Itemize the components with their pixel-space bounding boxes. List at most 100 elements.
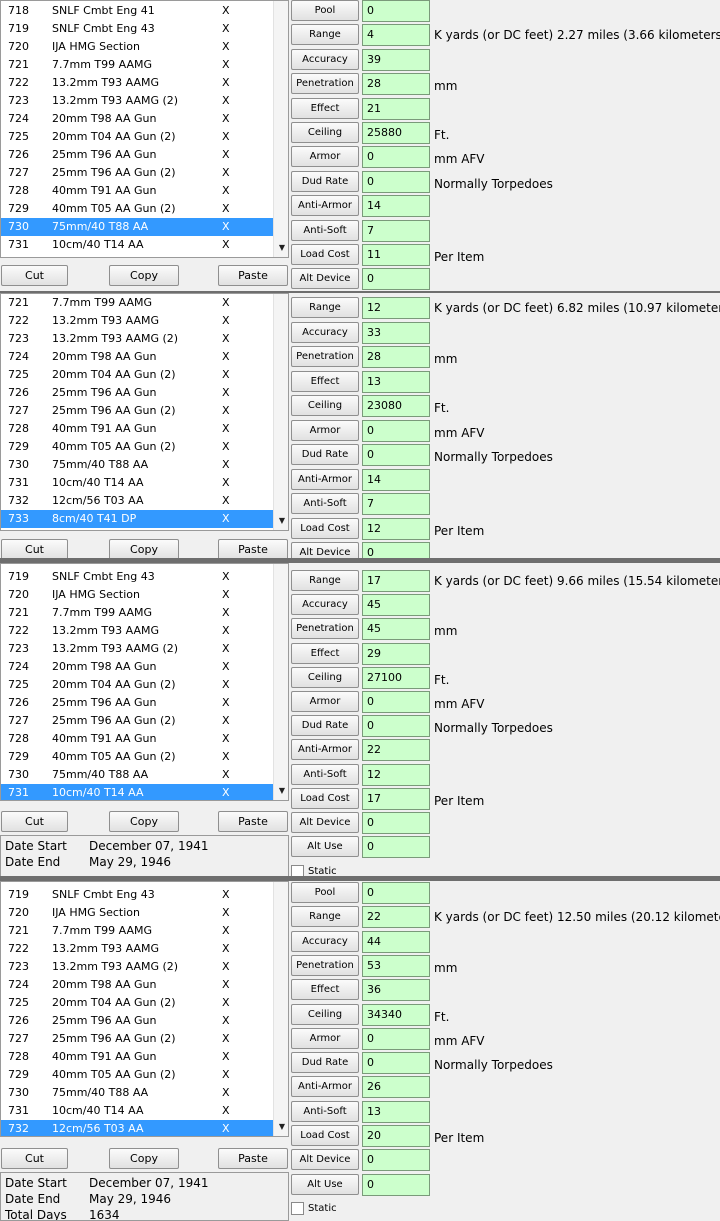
list-item[interactable]: 718 SNLF Cmbt Eng 41 X — [1, 2, 273, 20]
list-item[interactable]: 725 20mm T04 AA Gun (2) X — [1, 128, 273, 146]
alt-device-value[interactable]: 0 — [362, 812, 430, 834]
anti-soft-value[interactable]: 7 — [362, 493, 430, 515]
scroll-down-icon[interactable]: ▼ — [274, 1120, 288, 1134]
static-checkbox[interactable] — [291, 865, 304, 876]
ceiling-label[interactable]: Ceiling — [291, 1004, 359, 1025]
list-item[interactable]: 730 75mm/40 T88 AA X — [1, 1084, 273, 1102]
anti-armor-value[interactable]: 22 — [362, 739, 430, 761]
list-item[interactable]: 731 10cm/40 T14 AA X — [1, 474, 273, 492]
list-item[interactable]: 726 25mm T96 AA Gun X — [1, 146, 273, 164]
armor-value[interactable]: 0 — [362, 146, 430, 168]
list-item[interactable]: 719 SNLF Cmbt Eng 43 X — [1, 568, 273, 586]
list-item[interactable]: 728 40mm T91 AA Gun X — [1, 182, 273, 200]
list-item[interactable]: 727 25mm T96 AA Gun (2) X — [1, 164, 273, 182]
anti-armor-label[interactable]: Anti-Armor — [291, 469, 359, 490]
list-item[interactable]: 720 IJA HMG Section X — [1, 38, 273, 56]
armor-label[interactable]: Armor — [291, 1028, 359, 1049]
load-cost-label[interactable]: Load Cost — [291, 788, 359, 809]
pool-label[interactable]: Pool — [291, 882, 359, 903]
accuracy-value[interactable]: 33 — [362, 322, 430, 344]
list-item[interactable]: 719 SNLF Cmbt Eng 43 X — [1, 886, 273, 904]
ceiling-label[interactable]: Ceiling — [291, 667, 359, 688]
effect-label[interactable]: Effect — [291, 643, 359, 664]
list-item[interactable]: 725 20mm T04 AA Gun (2) X — [1, 366, 273, 384]
list-item[interactable]: 726 25mm T96 AA Gun X — [1, 384, 273, 402]
range-value[interactable]: 12 — [362, 297, 430, 319]
ceiling-value[interactable]: 27100 — [362, 667, 430, 689]
list-item[interactable]: 725 20mm T04 AA Gun (2) X — [1, 676, 273, 694]
alt-device-label[interactable]: Alt Device — [291, 542, 359, 558]
list-item[interactable]: 728 40mm T91 AA Gun X — [1, 730, 273, 748]
effect-label[interactable]: Effect — [291, 371, 359, 392]
accuracy-value[interactable]: 45 — [362, 594, 430, 616]
effect-value[interactable]: 21 — [362, 98, 430, 120]
dud-rate-label[interactable]: Dud Rate — [291, 444, 359, 465]
penetration-value[interactable]: 53 — [362, 955, 430, 977]
list-item[interactable]: 720 IJA HMG Section X — [1, 904, 273, 922]
scroll-down-icon[interactable]: ▼ — [274, 784, 288, 798]
list-item[interactable]: 730 75mm/40 T88 AA X — [1, 766, 273, 784]
copy-button[interactable]: Copy — [109, 811, 179, 832]
armor-value[interactable]: 0 — [362, 691, 430, 713]
dud-rate-value[interactable]: 0 — [362, 715, 430, 737]
ceiling-value[interactable]: 23080 — [362, 395, 430, 417]
list-item[interactable]: 728 40mm T91 AA Gun X — [1, 420, 273, 438]
list-item[interactable]: 719 SNLF Cmbt Eng 43 X — [1, 20, 273, 38]
list-item[interactable]: 727 25mm T96 AA Gun (2) X — [1, 402, 273, 420]
accuracy-value[interactable]: 44 — [362, 931, 430, 953]
range-value[interactable]: 17 — [362, 570, 430, 592]
list-scrollbar[interactable]: ▼ — [273, 882, 288, 1136]
ceiling-value[interactable]: 25880 — [362, 122, 430, 144]
alt-device-value[interactable]: 0 — [362, 542, 430, 558]
list-item[interactable]: 724 20mm T98 AA Gun X — [1, 976, 273, 994]
pool-value[interactable]: 0 — [362, 882, 430, 904]
range-value[interactable]: 4 — [362, 24, 430, 46]
dud-rate-label[interactable]: Dud Rate — [291, 1052, 359, 1073]
list-item[interactable]: 724 20mm T98 AA Gun X — [1, 110, 273, 128]
list-item[interactable]: 723 13.2mm T93 AAMG (2) X — [1, 330, 273, 348]
alt-use-label[interactable]: Alt Use — [291, 1174, 359, 1195]
copy-button[interactable]: Copy — [109, 1148, 179, 1169]
effect-value[interactable]: 13 — [362, 371, 430, 393]
cut-button[interactable]: Cut — [1, 539, 68, 558]
accuracy-label[interactable]: Accuracy — [291, 931, 359, 952]
dud-rate-value[interactable]: 0 — [362, 1052, 430, 1074]
effect-label[interactable]: Effect — [291, 979, 359, 1000]
list-item[interactable]: 731 10cm/40 T14 AA X — [1, 784, 273, 800]
armor-label[interactable]: Armor — [291, 146, 359, 167]
alt-device-label[interactable]: Alt Device — [291, 812, 359, 833]
anti-armor-label[interactable]: Anti-Armor — [291, 195, 359, 216]
device-list[interactable]: 721 7.7mm T99 AAMG X 722 13.2mm T93 AAMG X 723… — [0, 293, 289, 531]
alt-device-label[interactable]: Alt Device — [291, 1149, 359, 1170]
anti-soft-value[interactable]: 12 — [362, 764, 430, 786]
paste-button[interactable]: Paste — [218, 539, 288, 558]
pool-label[interactable]: Pool — [291, 0, 359, 21]
paste-button[interactable]: Paste — [218, 1148, 288, 1169]
cut-button[interactable]: Cut — [1, 811, 68, 832]
copy-button[interactable]: Copy — [109, 265, 179, 286]
effect-label[interactable]: Effect — [291, 98, 359, 119]
list-item[interactable]: 729 40mm T05 AA Gun (2) X — [1, 1066, 273, 1084]
load-cost-value[interactable]: 17 — [362, 788, 430, 810]
range-value[interactable]: 22 — [362, 906, 430, 928]
range-label[interactable]: Range — [291, 24, 359, 45]
anti-armor-label[interactable]: Anti-Armor — [291, 739, 359, 760]
anti-soft-label[interactable]: Anti-Soft — [291, 493, 359, 514]
list-item[interactable]: 722 13.2mm T93 AAMG X — [1, 622, 273, 640]
list-item[interactable]: 726 25mm T96 AA Gun X — [1, 1012, 273, 1030]
list-item[interactable]: 732 12cm/56 T03 AA X — [1, 492, 273, 510]
cut-button[interactable]: Cut — [1, 1148, 68, 1169]
dud-rate-value[interactable]: 0 — [362, 171, 430, 193]
alt-device-value[interactable]: 0 — [362, 1149, 430, 1171]
range-label[interactable]: Range — [291, 297, 359, 318]
load-cost-label[interactable]: Load Cost — [291, 1125, 359, 1146]
armor-label[interactable]: Armor — [291, 691, 359, 712]
list-item[interactable]: 733 8cm/40 T41 DP X — [1, 510, 273, 528]
list-scrollbar[interactable]: ▼ — [273, 564, 288, 800]
dud-rate-value[interactable]: 0 — [362, 444, 430, 466]
device-list[interactable]: 719 SNLF Cmbt Eng 43 X 720 IJA HMG Section X 7… — [0, 881, 289, 1137]
accuracy-value[interactable]: 39 — [362, 49, 430, 71]
list-item[interactable]: 720 IJA HMG Section X — [1, 586, 273, 604]
list-item[interactable]: 730 75mm/40 T88 AA X — [1, 218, 273, 236]
accuracy-label[interactable]: Accuracy — [291, 49, 359, 70]
